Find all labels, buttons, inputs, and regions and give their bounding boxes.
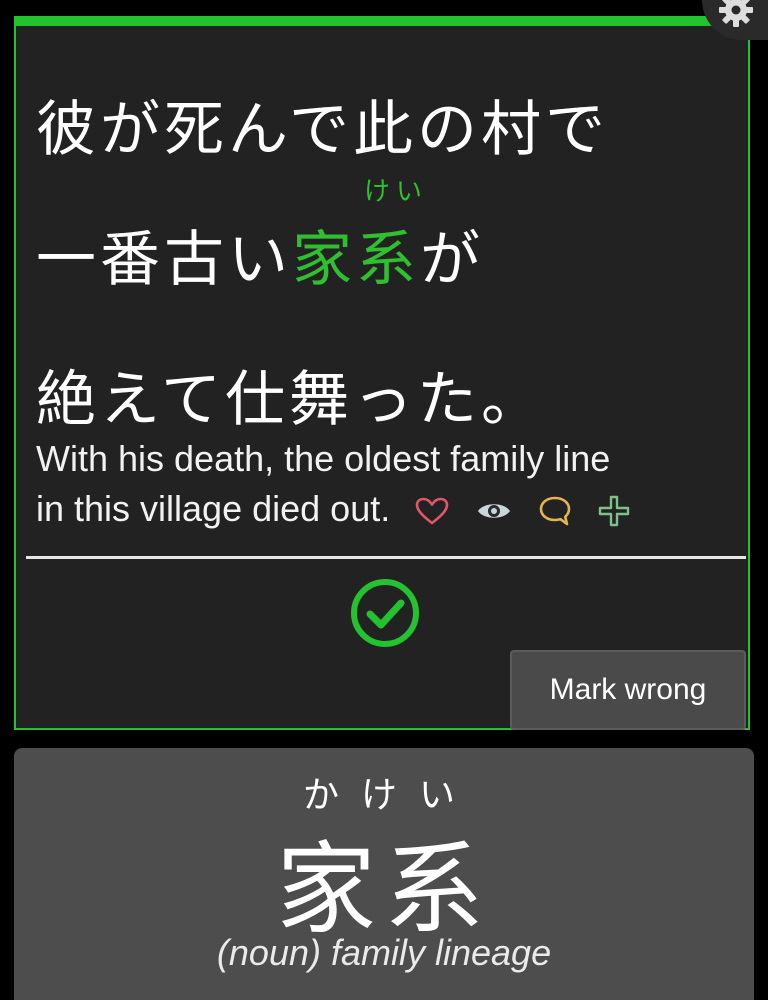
sentence-line-1-text: 彼が死んで此の村で bbox=[36, 95, 609, 165]
speech-bubble-icon[interactable] bbox=[538, 495, 572, 527]
plus-icon[interactable] bbox=[598, 495, 630, 527]
sentence-line-3: 絶えて仕舞った。 bbox=[36, 298, 736, 438]
translation-line-2: in this village died out. bbox=[36, 488, 391, 529]
sentence-line-3-text: 絶えて仕舞った。 bbox=[36, 365, 545, 435]
check-circle-icon bbox=[350, 578, 420, 648]
japanese-sentence: 彼が死んで此の村で 一番古い けい 家系 が 絶えて仕舞った。 bbox=[36, 78, 736, 438]
target-word[interactable]: けい 家系 bbox=[292, 177, 422, 298]
sentence-line-2: 一番古い けい 家系 が bbox=[36, 168, 736, 298]
sentence-line-2-before: 一番古い bbox=[36, 225, 292, 295]
sentence-line-1: 彼が死んで此の村で bbox=[36, 78, 736, 168]
vocab-card[interactable]: かけい 家系 (noun) family lineage bbox=[14, 748, 754, 1000]
translation-line-1: With his death, the oldest family line bbox=[36, 438, 611, 479]
mark-wrong-button[interactable]: Mark wrong bbox=[510, 650, 746, 730]
translation-line-2-row: in this village died out. bbox=[36, 484, 736, 534]
target-word-text: 家系 bbox=[292, 225, 420, 295]
divider bbox=[26, 556, 746, 559]
target-furigana: けい bbox=[364, 177, 429, 207]
sentence-line-2-after: が bbox=[420, 225, 484, 295]
vocab-meaning: (noun) family lineage bbox=[216, 932, 552, 973]
eye-icon[interactable] bbox=[476, 499, 512, 523]
sentence-actions bbox=[414, 495, 630, 527]
sentence-card: 彼が死んで此の村で 一番古い けい 家系 が 絶えて仕舞った。 With his… bbox=[14, 16, 750, 730]
heart-icon[interactable] bbox=[414, 496, 450, 526]
gear-icon[interactable] bbox=[718, 0, 754, 28]
review-screen: 彼が死んで此の村で 一番古い けい 家系 が 絶えて仕舞った。 With his… bbox=[0, 0, 768, 1000]
translation: With his death, the oldest family line i… bbox=[36, 434, 736, 534]
